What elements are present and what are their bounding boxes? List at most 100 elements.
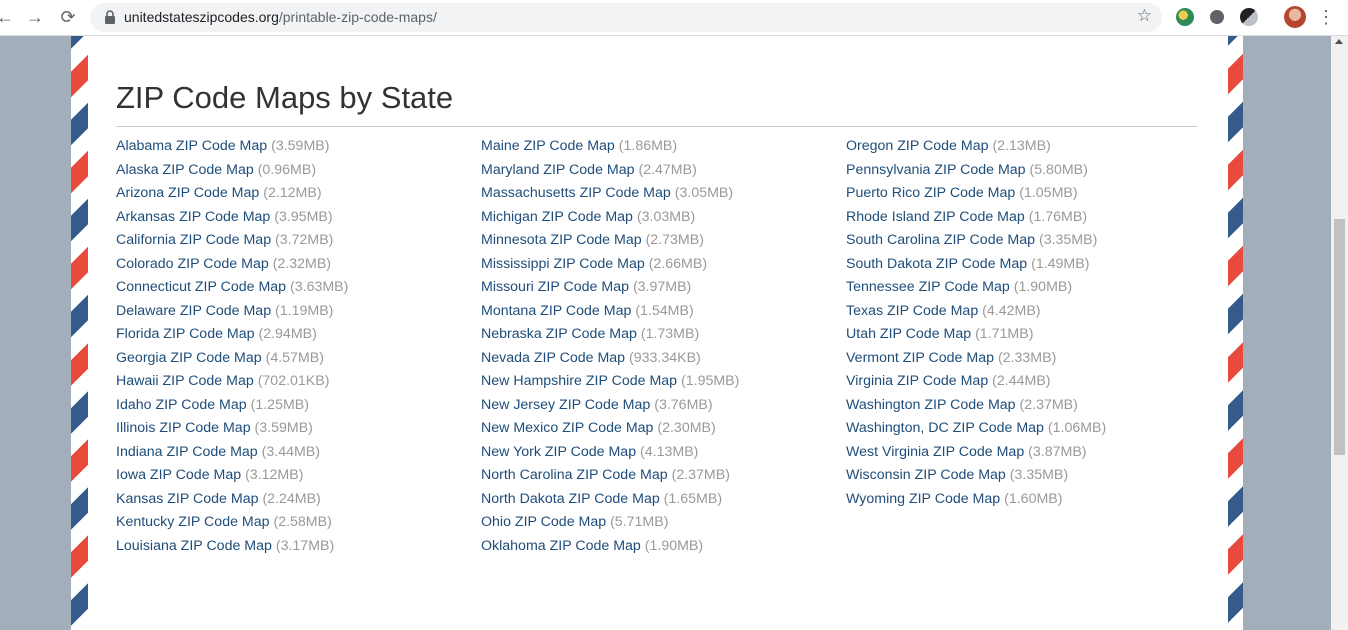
zip-map-link[interactable]: South Carolina ZIP Code Map xyxy=(846,232,1035,248)
zip-map-link[interactable]: Oklahoma ZIP Code Map xyxy=(481,538,641,554)
zip-map-link[interactable]: Texas ZIP Code Map xyxy=(846,303,978,319)
zip-map-link[interactable]: Virginia ZIP Code Map xyxy=(846,373,988,389)
zip-map-link[interactable]: Delaware ZIP Code Map xyxy=(116,303,271,319)
zip-map-link[interactable]: Mississippi ZIP Code Map xyxy=(481,256,645,272)
zip-map-link[interactable]: Kentucky ZIP Code Map xyxy=(116,514,270,530)
file-size: (1.90MB) xyxy=(1013,279,1073,295)
zip-map-link[interactable]: Oregon ZIP Code Map xyxy=(846,138,988,154)
zip-map-link[interactable]: Maine ZIP Code Map xyxy=(481,138,615,154)
zip-map-link[interactable]: Georgia ZIP Code Map xyxy=(116,350,262,366)
zip-map-link[interactable]: Arizona ZIP Code Map xyxy=(116,185,259,201)
file-size: (2.73MB) xyxy=(645,232,704,248)
zip-map-link[interactable]: Alabama ZIP Code Map xyxy=(116,138,267,154)
list-item: Hawaii ZIP Code Map (702.01KB) xyxy=(116,372,348,396)
file-size: (2.58MB) xyxy=(273,514,332,530)
zip-map-link[interactable]: Washington, DC ZIP Code Map xyxy=(846,420,1044,436)
file-size: (1.90MB) xyxy=(644,537,704,554)
zip-map-link[interactable]: Idaho ZIP Code Map xyxy=(116,397,247,413)
zip-map-link[interactable]: West Virginia ZIP Code Map xyxy=(846,444,1024,460)
file-size: (1.25MB) xyxy=(250,396,309,413)
zip-map-link[interactable]: Puerto Rico ZIP Code Map xyxy=(846,185,1015,201)
zip-map-link[interactable]: Indiana ZIP Code Map xyxy=(116,444,258,460)
file-size: (1.73MB) xyxy=(640,326,700,342)
list-item: Colorado ZIP Code Map (2.32MB) xyxy=(116,255,348,279)
zip-map-link[interactable]: Iowa ZIP Code Map xyxy=(116,467,241,483)
state-list-column-1: Alabama ZIP Code Map (3.59MB) Alaska ZIP … xyxy=(116,137,348,560)
file-size: (2.37MB) xyxy=(671,467,730,483)
extension-icon[interactable] xyxy=(1240,8,1258,26)
file-size: (1.60MB) xyxy=(1004,490,1063,507)
state-list-column-3: Oregon ZIP Code Map (2.13MB) Pennsylvania… xyxy=(846,137,1106,513)
zip-map-link[interactable]: South Dakota ZIP Code Map xyxy=(846,256,1027,272)
profile-avatar[interactable] xyxy=(1284,6,1306,28)
file-size: (2.37MB) xyxy=(1019,396,1078,413)
list-item: Vermont ZIP Code Map (2.33MB) xyxy=(846,349,1106,373)
zip-map-link[interactable]: Wisconsin ZIP Code Map xyxy=(846,467,1006,483)
zip-map-link[interactable]: New Jersey ZIP Code Map xyxy=(481,397,650,413)
zip-map-link[interactable]: Vermont ZIP Code Map xyxy=(846,350,994,366)
kebab-menu-icon[interactable]: ⋮ xyxy=(1316,6,1336,28)
url-text[interactable]: unitedstateszipcodes.org/printable-zip-c… xyxy=(124,9,437,25)
star-icon[interactable]: ☆ xyxy=(1137,6,1152,26)
zip-map-link[interactable]: Michigan ZIP Code Map xyxy=(481,209,633,225)
zip-map-link[interactable]: Rhode Island ZIP Code Map xyxy=(846,209,1025,225)
title-divider xyxy=(116,126,1197,127)
zip-map-link[interactable]: Missouri ZIP Code Map xyxy=(481,279,629,295)
zip-map-link[interactable]: Colorado ZIP Code Map xyxy=(116,256,269,272)
list-item: Michigan ZIP Code Map (3.03MB) xyxy=(481,208,739,232)
reload-icon[interactable]: ⟳ xyxy=(57,6,79,28)
zip-map-link[interactable]: New Mexico ZIP Code Map xyxy=(481,420,653,436)
list-item: South Dakota ZIP Code Map (1.49MB) xyxy=(846,255,1106,279)
zip-map-link[interactable]: California ZIP Code Map xyxy=(116,232,271,248)
list-item: Georgia ZIP Code Map (4.57MB) xyxy=(116,349,348,373)
list-item: Utah ZIP Code Map (1.71MB) xyxy=(846,325,1106,349)
list-item: Delaware ZIP Code Map (1.19MB) xyxy=(116,302,348,326)
list-item: North Dakota ZIP Code Map (1.65MB) xyxy=(481,490,739,514)
zip-map-link[interactable]: Washington ZIP Code Map xyxy=(846,397,1016,413)
zip-map-link[interactable]: Maryland ZIP Code Map xyxy=(481,162,635,178)
list-item: Indiana ZIP Code Map (3.44MB) xyxy=(116,443,348,467)
zip-map-link[interactable]: Ohio ZIP Code Map xyxy=(481,514,606,530)
zip-map-link[interactable]: Connecticut ZIP Code Map xyxy=(116,279,286,295)
list-item: Nebraska ZIP Code Map (1.73MB) xyxy=(481,325,739,349)
zip-map-link[interactable]: Alaska ZIP Code Map xyxy=(116,162,254,178)
list-item: Missouri ZIP Code Map (3.97MB) xyxy=(481,278,739,302)
scrollbar-thumb[interactable] xyxy=(1334,219,1345,455)
zip-map-link[interactable]: Montana ZIP Code Map xyxy=(481,303,631,319)
zip-map-link[interactable]: Utah ZIP Code Map xyxy=(846,326,971,342)
zip-map-link[interactable]: Louisiana ZIP Code Map xyxy=(116,538,272,554)
extension-icon[interactable] xyxy=(1208,8,1226,26)
file-size: (3.97MB) xyxy=(632,279,692,295)
zip-map-link[interactable]: Nevada ZIP Code Map xyxy=(481,350,625,366)
zip-map-link[interactable]: Arkansas ZIP Code Map xyxy=(116,209,270,225)
zip-map-link[interactable]: Massachusetts ZIP Code Map xyxy=(481,185,671,201)
zip-map-link[interactable]: Kansas ZIP Code Map xyxy=(116,491,258,507)
zip-map-link[interactable]: Wyoming ZIP Code Map xyxy=(846,491,1000,507)
forward-icon[interactable]: → xyxy=(24,6,46,28)
vertical-scrollbar[interactable] xyxy=(1331,36,1348,630)
zip-map-link[interactable]: North Carolina ZIP Code Map xyxy=(481,467,668,483)
back-icon[interactable]: ← xyxy=(0,6,16,28)
list-item: Iowa ZIP Code Map (3.12MB) xyxy=(116,466,348,490)
file-size: (1.05MB) xyxy=(1019,185,1078,201)
list-item: Wisconsin ZIP Code Map (3.35MB) xyxy=(846,466,1106,490)
list-item: Arkansas ZIP Code Map (3.95MB) xyxy=(116,208,348,232)
file-size: (3.63MB) xyxy=(290,279,349,295)
zip-map-link[interactable]: Illinois ZIP Code Map xyxy=(116,420,251,436)
zip-map-link[interactable]: New Hampshire ZIP Code Map xyxy=(481,373,677,389)
list-item: Alabama ZIP Code Map (3.59MB) xyxy=(116,137,348,161)
zip-map-link[interactable]: North Dakota ZIP Code Map xyxy=(481,491,660,507)
zip-map-link[interactable]: Tennessee ZIP Code Map xyxy=(846,279,1010,295)
zip-map-link[interactable]: Florida ZIP Code Map xyxy=(116,326,255,342)
scroll-up-arrow-icon[interactable] xyxy=(1335,39,1343,44)
list-item: New Mexico ZIP Code Map (2.30MB) xyxy=(481,419,739,443)
address-bar[interactable]: unitedstateszipcodes.org/printable-zip-c… xyxy=(90,3,1162,32)
zip-map-link[interactable]: Minnesota ZIP Code Map xyxy=(481,232,642,248)
file-size: (3.35MB) xyxy=(1038,232,1098,248)
zip-map-link[interactable]: Hawaii ZIP Code Map xyxy=(116,373,254,389)
list-item: South Carolina ZIP Code Map (3.35MB) xyxy=(846,231,1106,255)
zip-map-link[interactable]: Pennsylvania ZIP Code Map xyxy=(846,162,1026,178)
zip-map-link[interactable]: New York ZIP Code Map xyxy=(481,444,636,460)
extension-icon[interactable] xyxy=(1176,8,1194,26)
zip-map-link[interactable]: Nebraska ZIP Code Map xyxy=(481,326,637,342)
